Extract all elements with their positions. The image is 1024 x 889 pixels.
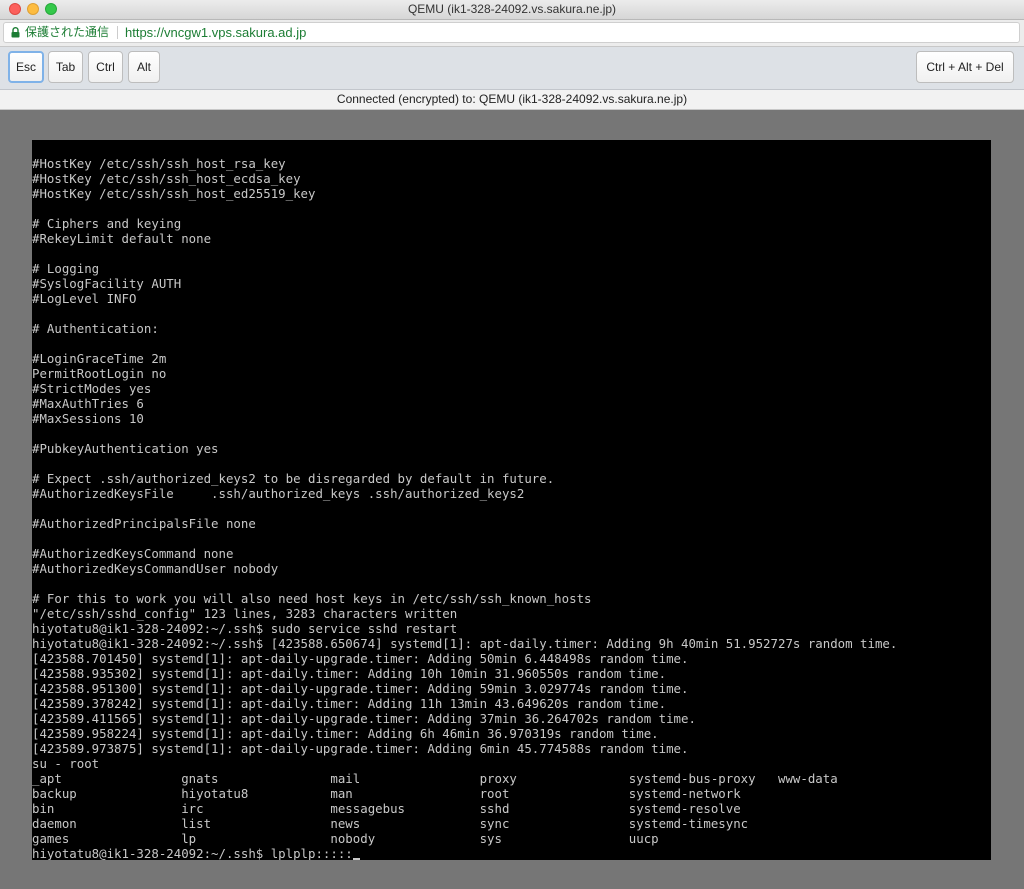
terminal-output: #HostKey /etc/ssh/ssh_host_rsa_key #HostK…: [32, 156, 897, 860]
terminal-line: backup hiyotatu8 man root systemd-networ…: [32, 786, 741, 801]
terminal-line: [423588.701450] systemd[1]: apt-daily-up…: [32, 651, 689, 666]
terminal-line: # Logging: [32, 261, 100, 276]
key-toolbar: Esc Tab Ctrl Alt Ctrl + Alt + Del: [0, 47, 1024, 90]
terminal-line: #HostKey /etc/ssh/ssh_host_rsa_key: [32, 156, 286, 171]
terminal-line: #PubkeyAuthentication yes: [32, 441, 219, 456]
terminal-line: #StrictModes yes: [32, 381, 152, 396]
terminal-line: [423588.951300] systemd[1]: apt-daily-up…: [32, 681, 689, 696]
url-field[interactable]: 保護された通信 https://vncgw1.vps.sakura.ad.jp: [3, 22, 1020, 43]
terminal-line: #AuthorizedKeysFile .ssh/authorized_keys…: [32, 486, 525, 501]
terminal-line: [423589.411565] systemd[1]: apt-daily-up…: [32, 711, 696, 726]
tab-key-button[interactable]: Tab: [48, 51, 83, 83]
terminal-line: hiyotatu8@ik1-328-24092:~/.ssh$ [423588.…: [32, 636, 898, 651]
terminal-line: bin irc messagebus sshd systemd-resolve: [32, 801, 741, 816]
terminal-line: #AuthorizedKeysCommandUser nobody: [32, 561, 279, 576]
terminal-line: #AuthorizedPrincipalsFile none: [32, 516, 256, 531]
ctrl-alt-del-button[interactable]: Ctrl + Alt + Del: [916, 51, 1014, 83]
address-bar: 保護された通信 https://vncgw1.vps.sakura.ad.jp: [0, 20, 1024, 47]
terminal-cursor: [352, 858, 360, 860]
url-text[interactable]: https://vncgw1.vps.sakura.ad.jp: [125, 23, 306, 42]
window-titlebar: QEMU (ik1-328-24092.vs.sakura.ne.jp): [0, 0, 1024, 20]
esc-key-button[interactable]: Esc: [8, 51, 44, 83]
connection-status: Connected (encrypted) to: QEMU (ik1-328-…: [0, 90, 1024, 110]
terminal-line: [423589.973875] systemd[1]: apt-daily-up…: [32, 741, 689, 756]
secure-connection-label[interactable]: 保護された通信: [25, 23, 109, 42]
terminal-line: PermitRootLogin no: [32, 366, 167, 381]
terminal-line: # Authentication:: [32, 321, 159, 336]
terminal-screen[interactable]: #HostKey /etc/ssh/ssh_host_rsa_key #HostK…: [32, 140, 991, 860]
terminal-line: #AuthorizedKeysCommand none: [32, 546, 234, 561]
terminal-line: # Expect .ssh/authorized_keys2 to be dis…: [32, 471, 555, 486]
ctrl-key-button[interactable]: Ctrl: [88, 51, 123, 83]
terminal-line: #HostKey /etc/ssh/ssh_host_ecdsa_key: [32, 171, 301, 186]
terminal-line: #SyslogFacility AUTH: [32, 276, 182, 291]
terminal-line: [423589.378242] systemd[1]: apt-daily.ti…: [32, 696, 667, 711]
terminal-line: daemon list news sync systemd-timesync: [32, 816, 749, 831]
window-title: QEMU (ik1-328-24092.vs.sakura.ne.jp): [407, 2, 617, 16]
lock-icon: [11, 27, 20, 38]
terminal-line: #MaxAuthTries 6: [32, 396, 144, 411]
terminal-line: [423589.958224] systemd[1]: apt-daily.ti…: [32, 726, 659, 741]
terminal-line: su - root: [32, 756, 100, 771]
terminal-line: hiyotatu8@ik1-328-24092:~/.ssh$ lplplp::…: [32, 846, 897, 860]
terminal-line: # Ciphers and keying: [32, 216, 182, 231]
terminal-line: [423588.935302] systemd[1]: apt-daily.ti…: [32, 666, 667, 681]
terminal-line: #LoginGraceTime 2m: [32, 351, 167, 366]
terminal-line: # For this to work you will also need ho…: [32, 591, 592, 606]
terminal-line: _apt gnats mail proxy systemd-bus-proxy …: [32, 771, 838, 786]
terminal-line: "/etc/ssh/sshd_config" 123 lines, 3283 c…: [32, 606, 458, 621]
terminal-line: #LogLevel INFO: [32, 291, 137, 306]
terminal-line: #HostKey /etc/ssh/ssh_host_ed25519_key: [32, 186, 316, 201]
terminal-line: games lp nobody sys uucp: [32, 831, 659, 846]
terminal-line: hiyotatu8@ik1-328-24092:~/.ssh$ sudo ser…: [32, 621, 458, 636]
alt-key-button[interactable]: Alt: [128, 51, 160, 83]
url-divider: [117, 26, 118, 39]
terminal-line: #MaxSessions 10: [32, 411, 144, 426]
terminal-line: #RekeyLimit default none: [32, 231, 212, 246]
